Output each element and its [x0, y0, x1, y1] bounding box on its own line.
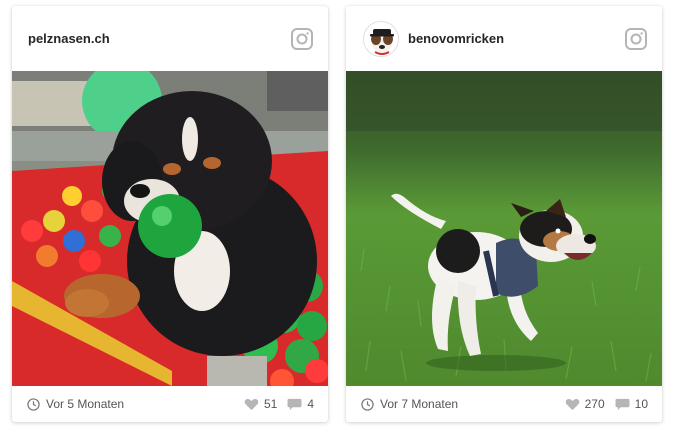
heart-icon	[565, 398, 580, 411]
puppy-photo[interactable]	[12, 71, 328, 386]
jack-russell-photo[interactable]	[346, 71, 662, 386]
time-label: Vor 7 Monaten	[380, 397, 459, 411]
post-time: Vor 7 Monaten	[361, 397, 555, 411]
avatar[interactable]	[363, 20, 399, 57]
post-card[interactable]: benovomricken Vor 7 Monaten 270 10	[346, 6, 662, 422]
post-time: Vor 5 Monaten	[27, 397, 234, 411]
likes-count: 51	[244, 397, 277, 411]
username[interactable]: benovomricken	[408, 31, 504, 46]
comments-count: 4	[287, 397, 314, 411]
clock-icon	[361, 397, 374, 411]
username[interactable]: pelznasen.ch	[28, 31, 110, 46]
comments-value: 4	[307, 397, 314, 411]
instagram-icon[interactable]	[624, 27, 648, 51]
card-footer: Vor 7 Monaten 270 10	[346, 386, 662, 422]
likes-value: 270	[584, 397, 605, 411]
likes-value: 51	[263, 397, 278, 411]
comments-count: 10	[615, 397, 648, 411]
time-label: Vor 5 Monaten	[46, 397, 125, 411]
card-header: pelznasen.ch	[12, 6, 328, 71]
heart-icon	[244, 398, 259, 411]
comments-value: 10	[634, 397, 648, 411]
clock-icon	[27, 397, 40, 411]
instagram-icon[interactable]	[290, 27, 314, 51]
likes-count: 270	[565, 397, 605, 411]
comment-icon	[287, 398, 302, 411]
comment-icon	[615, 398, 630, 411]
card-footer: Vor 5 Monaten 51 4	[12, 386, 328, 422]
card-header: benovomricken	[346, 6, 662, 71]
post-card[interactable]: pelznasen.ch Vor 5 Monaten 51 4	[12, 6, 328, 422]
